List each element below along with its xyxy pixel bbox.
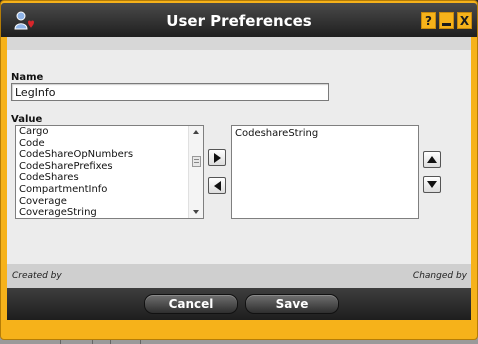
value-label: Value xyxy=(11,114,43,125)
list-item[interactable]: CodeShares xyxy=(16,172,203,184)
save-button[interactable]: Save xyxy=(245,294,339,314)
dialog-title: User Preferences xyxy=(166,12,312,30)
list-item[interactable]: CodeShareOpNumbers xyxy=(16,149,203,161)
remove-from-selected-button[interactable] xyxy=(208,177,226,194)
arrow-left-icon xyxy=(213,180,221,191)
cancel-button[interactable]: Cancel xyxy=(144,294,238,314)
scroll-up-arrow-icon[interactable] xyxy=(193,130,199,134)
move-up-button[interactable] xyxy=(423,151,441,168)
close-button[interactable]: X xyxy=(457,12,472,29)
list-item[interactable]: CodeSharePrefixes xyxy=(16,161,203,173)
title-bar[interactable]: User Preferences ? X xyxy=(1,3,477,37)
changed-by-label: Changed by xyxy=(412,271,467,281)
available-values-list[interactable]: Cargo Code CodeShareOpNumbers CodeShareP… xyxy=(15,125,204,219)
help-button[interactable]: ? xyxy=(421,12,436,29)
list-item[interactable]: Coverage xyxy=(16,196,203,208)
list-item[interactable]: CompartmentInfo xyxy=(16,184,203,196)
list-item[interactable]: Cargo xyxy=(16,126,203,138)
arrow-right-icon xyxy=(213,152,221,163)
arrow-up-icon xyxy=(427,156,437,163)
minimize-icon xyxy=(442,23,451,26)
header-strip xyxy=(7,37,471,50)
name-input[interactable] xyxy=(11,83,329,101)
list-item[interactable]: CodeshareString xyxy=(232,128,418,140)
scroll-thumb[interactable] xyxy=(192,156,201,167)
selected-values-list[interactable]: CodeshareString xyxy=(231,125,419,219)
arrow-down-icon xyxy=(427,181,437,188)
list-item[interactable]: Code xyxy=(16,138,203,150)
preferences-form: Name Value Cargo Code CodeShareOpNumbers… xyxy=(7,50,471,264)
scroll-down-arrow-icon[interactable] xyxy=(193,210,199,214)
dialog-footer: Cancel Save xyxy=(7,288,471,320)
add-to-selected-button[interactable] xyxy=(208,149,226,166)
move-down-button[interactable] xyxy=(423,176,441,193)
user-preferences-dialog: User Preferences ? X Name Value Cargo Co… xyxy=(0,0,478,340)
name-label: Name xyxy=(11,72,44,83)
close-icon: X xyxy=(459,13,470,28)
audit-info-bar: Created by Changed by xyxy=(7,264,471,288)
minimize-button[interactable] xyxy=(439,12,454,29)
list-item[interactable]: CoverageString xyxy=(16,207,203,218)
created-by-label: Created by xyxy=(12,271,62,281)
list-scrollbar[interactable] xyxy=(188,126,203,218)
help-icon: ? xyxy=(425,13,432,28)
